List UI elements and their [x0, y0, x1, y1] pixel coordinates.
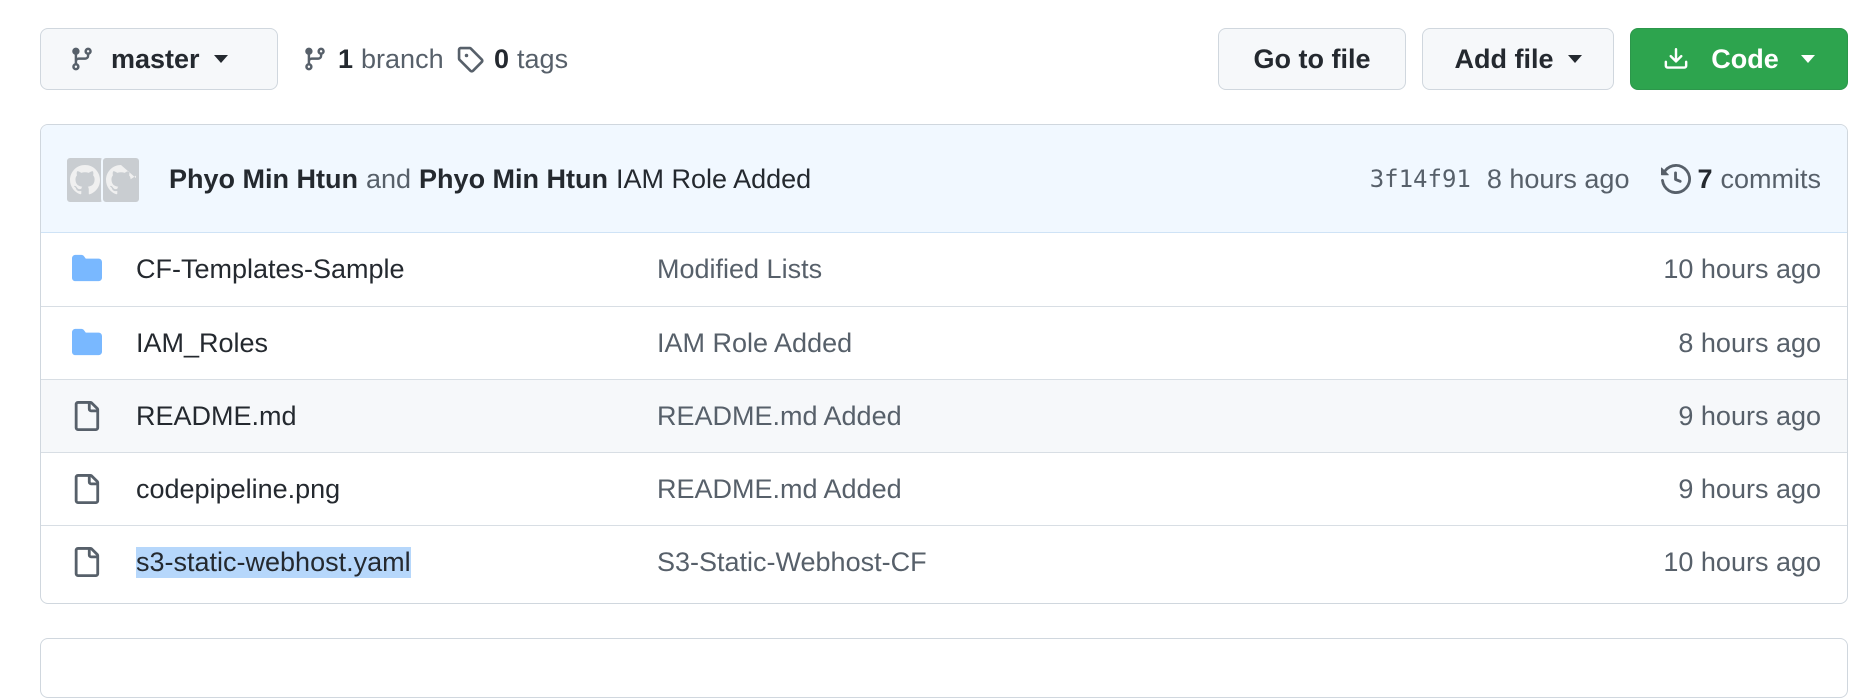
readme-box [40, 638, 1848, 698]
file-name-link[interactable]: README.md [136, 401, 297, 432]
chevron-down-icon [1800, 55, 1815, 63]
folder-icon [72, 328, 102, 356]
branch-select-button[interactable]: master [40, 28, 278, 90]
chevron-down-icon [213, 55, 228, 63]
file-time: 9 hours ago [1678, 400, 1821, 431]
file-name-link[interactable]: IAM_Roles [136, 328, 268, 359]
branch-name: master [111, 43, 200, 74]
add-file-button[interactable]: Add file [1422, 28, 1614, 90]
tag-icon [457, 46, 484, 73]
avatar-group[interactable] [65, 156, 141, 204]
commit-message-link[interactable]: IAM Role Added [616, 164, 811, 195]
file-row[interactable]: codepipeline.png README.md Added 9 hours… [41, 452, 1847, 525]
history-icon [1661, 164, 1692, 194]
file-browser: Phyo Min Htun and Phyo Min Htun IAM Role… [40, 124, 1848, 604]
commit-author-link[interactable]: Phyo Min Htun [419, 164, 608, 195]
file-icon [74, 474, 100, 504]
commit-word: commits [1720, 163, 1822, 194]
code-button[interactable]: Code [1630, 28, 1848, 90]
file-row[interactable]: s3-static-webhost.yaml S3-Static-Webhost… [41, 525, 1847, 598]
github-mark-icon [106, 165, 136, 195]
tags-link[interactable]: 0 tags [456, 28, 568, 90]
branch-count: 1 [338, 43, 354, 74]
file-time: 10 hours ago [1663, 546, 1821, 577]
github-mark-icon [70, 165, 100, 195]
file-commit-message-link[interactable]: README.md Added [657, 401, 902, 432]
file-row[interactable]: CF-Templates-Sample Modified Lists 10 ho… [41, 233, 1847, 306]
file-name-link[interactable]: CF-Templates-Sample [136, 254, 405, 285]
avatar[interactable] [65, 156, 105, 204]
tag-word: tags [517, 43, 569, 74]
commit-details: 3f14f91 8 hours ago 7 commits [1370, 125, 1821, 233]
file-time: 10 hours ago [1663, 254, 1821, 284]
folder-icon [72, 254, 102, 282]
commit-author-link[interactable]: Phyo Min Htun [169, 164, 358, 195]
git-branch-icon [72, 47, 92, 71]
commit-and-text: and [365, 163, 412, 194]
commit-time: 8 hours ago [1486, 163, 1630, 194]
go-to-file-label: Go to file [1253, 43, 1371, 74]
file-commit-message-link[interactable]: S3-Static-Webhost-CF [657, 547, 927, 578]
commits-history-link[interactable]: 7 commits [1661, 164, 1821, 195]
file-icon [74, 547, 100, 577]
latest-commit-bar: Phyo Min Htun and Phyo Min Htun IAM Role… [41, 125, 1847, 233]
avatar[interactable] [101, 156, 141, 204]
file-name-link[interactable]: s3-static-webhost.yaml [136, 546, 411, 578]
file-commit-message-link[interactable]: README.md Added [657, 474, 902, 505]
code-label: Code [1711, 43, 1779, 74]
go-to-file-button[interactable]: Go to file [1218, 28, 1406, 90]
download-icon [1664, 48, 1688, 69]
file-commit-message-link[interactable]: IAM Role Added [657, 328, 852, 359]
commit-sha-link[interactable]: 3f14f91 [1370, 165, 1471, 193]
tag-count: 0 [494, 43, 510, 74]
add-file-label: Add file [1454, 43, 1554, 74]
file-name-link[interactable]: codepipeline.png [136, 474, 340, 505]
branch-word: branch [361, 43, 444, 74]
file-icon [74, 401, 100, 431]
file-row[interactable]: IAM_Roles IAM Role Added 8 hours ago [41, 306, 1847, 379]
file-commit-message-link[interactable]: Modified Lists [657, 254, 822, 285]
repo-toolbar: master 1 branch 0 tags Go to file Add fi… [40, 28, 1848, 92]
file-time: 9 hours ago [1678, 473, 1821, 504]
commit-summary: Phyo Min Htun and Phyo Min Htun IAM Role… [169, 125, 811, 233]
commit-count: 7 [1697, 163, 1713, 194]
branches-link[interactable]: 1 branch [302, 28, 444, 90]
git-branch-icon [305, 47, 325, 71]
chevron-down-icon [1567, 55, 1582, 63]
file-time: 8 hours ago [1678, 327, 1821, 358]
file-row[interactable]: README.md README.md Added 9 hours ago [41, 379, 1847, 452]
